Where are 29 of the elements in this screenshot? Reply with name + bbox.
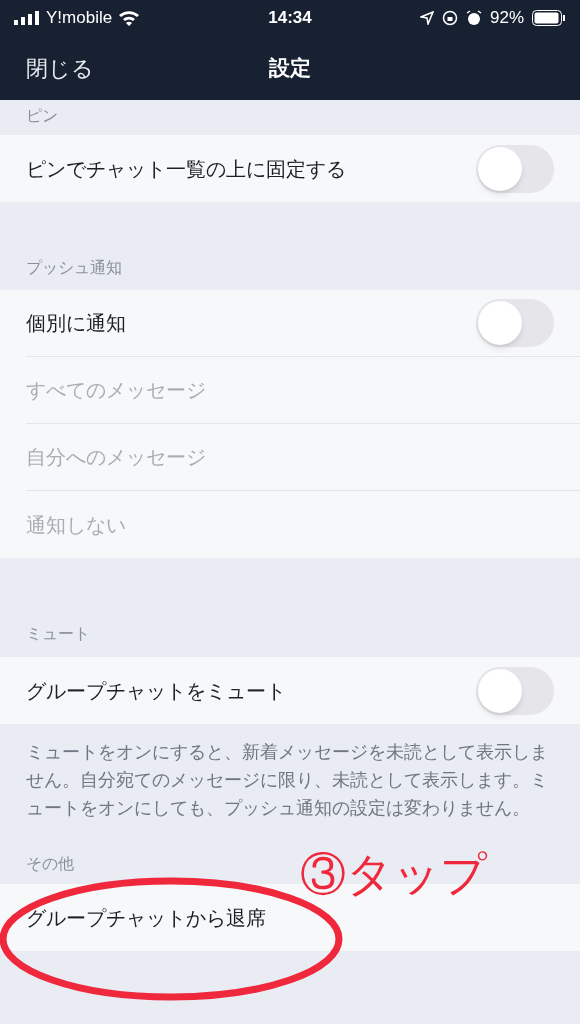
battery-icon: [532, 10, 566, 26]
close-button[interactable]: 閉じる: [26, 51, 94, 85]
row-label: ピンでチャット一覧の上に固定する: [26, 156, 347, 182]
row-label: グループチャットをミュート: [26, 678, 287, 704]
section-header: その他: [26, 855, 74, 872]
alarm-clock-icon: [465, 10, 482, 26]
section-header: ピン: [26, 107, 58, 124]
toggle-switch[interactable]: [476, 666, 554, 715]
row-label: 個別に通知: [26, 311, 127, 336]
signal-icon: [14, 11, 40, 25]
row-label: 自分へのメッセージ: [26, 445, 207, 470]
battery-percent: 92%: [489, 7, 524, 30]
toggle-switch[interactable]: [476, 299, 554, 347]
carrier-name: Y!mobile: [46, 7, 113, 30]
rotation-lock-icon: [441, 10, 458, 26]
settings-row[interactable]: グループチャットをミュート: [0, 657, 580, 724]
row-label: 通知しない: [26, 512, 127, 538]
location-arrow-icon: [419, 11, 434, 25]
section-header: ミュート: [26, 625, 90, 642]
clock-time: 14:34: [267, 7, 313, 30]
settings-row[interactable]: 個別に通知: [0, 290, 580, 357]
toggle-switch[interactable]: [476, 144, 554, 193]
settings-row[interactable]: ピンでチャット一覧の上に固定する: [0, 135, 580, 202]
row-label: グループチャットから退席: [26, 905, 267, 931]
section-header: プッシュ通知: [26, 259, 122, 276]
mute-note: ミュートをオンにすると、新着メッセージを未読として表示しません。自分宛てのメッセージに限り、未読として表示します。ミュートをオンにしても、プッシュ通知の設定は変わりません。: [25, 741, 549, 820]
screen-title: 設定: [269, 55, 311, 82]
row-label: すべてのメッセージ: [26, 378, 207, 403]
wifi-icon: [118, 10, 141, 26]
